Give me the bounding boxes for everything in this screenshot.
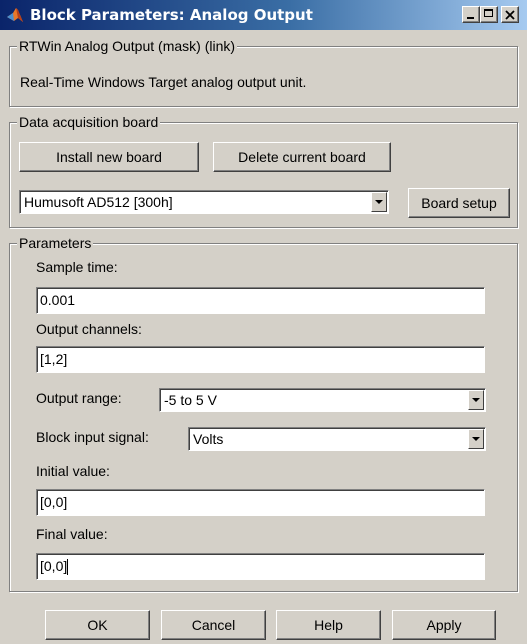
chevron-down-icon[interactable] (468, 429, 484, 449)
board-select-value: Humusoft AD512 [300h] (24, 194, 173, 210)
sample-time-label: Sample time: (36, 259, 118, 275)
apply-button[interactable]: Apply (392, 610, 496, 640)
block-input-signal-value: Volts (193, 431, 224, 447)
output-range-value: -5 to 5 V (164, 392, 217, 408)
data-acquisition-board-group: Data acquisition board Install new board… (9, 114, 518, 228)
matlab-icon (7, 8, 23, 22)
chevron-down-icon[interactable] (371, 192, 387, 212)
output-range-label: Output range: (36, 390, 122, 406)
board-setup-button[interactable]: Board setup (408, 188, 510, 218)
sample-time-input[interactable]: 0.001 (36, 287, 485, 314)
output-channels-input[interactable]: [1,2] (36, 346, 485, 373)
final-value-text: [0,0] (40, 558, 68, 574)
board-group-legend: Data acquisition board (17, 114, 161, 130)
description-group: RTWin Analog Output (mask) (link) Real-T… (9, 38, 518, 107)
parameters-group: Parameters Sample time: 0.001 Output cha… (9, 235, 518, 592)
description-group-legend: RTWin Analog Output (mask) (link) (17, 38, 238, 54)
close-icon[interactable] (501, 6, 519, 23)
chevron-down-icon[interactable] (468, 390, 484, 410)
block-input-signal-label: Block input signal: (36, 429, 149, 445)
window-title: Block Parameters: Analog Output (30, 6, 313, 24)
ok-button[interactable]: OK (45, 610, 150, 640)
block-input-signal-select[interactable]: Volts (188, 427, 486, 451)
delete-current-board-button[interactable]: Delete current board (213, 142, 391, 172)
block-parameters-dialog: Block Parameters: Analog Output RTWin An… (0, 0, 527, 644)
description-text: Real-Time Windows Target analog output u… (20, 74, 307, 90)
install-new-board-button[interactable]: Install new board (19, 142, 199, 172)
final-value-input[interactable]: [0,0] (36, 553, 485, 580)
output-range-select[interactable]: -5 to 5 V (159, 388, 486, 412)
initial-value-input[interactable]: [0,0] (36, 489, 485, 516)
initial-value-label: Initial value: (36, 463, 110, 479)
board-select[interactable]: Humusoft AD512 [300h] (19, 190, 389, 214)
output-channels-label: Output channels: (36, 321, 142, 337)
text-caret (67, 559, 69, 576)
title-bar[interactable]: Block Parameters: Analog Output (0, 0, 527, 30)
help-button[interactable]: Help (276, 610, 381, 640)
parameters-group-legend: Parameters (17, 235, 94, 251)
cancel-button[interactable]: Cancel (161, 610, 266, 640)
minimize-icon[interactable] (462, 6, 480, 23)
final-value-label: Final value: (36, 526, 108, 542)
maximize-icon[interactable] (480, 6, 498, 23)
